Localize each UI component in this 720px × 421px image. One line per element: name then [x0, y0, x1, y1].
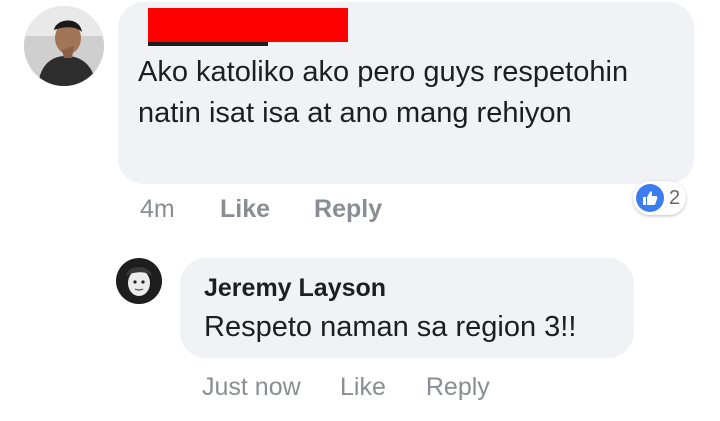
reply-timestamp[interactable]: Just now: [202, 373, 340, 402]
reply-reply-button[interactable]: Reply: [426, 373, 490, 402]
reaction-count-badge[interactable]: 2: [633, 181, 687, 215]
timestamp[interactable]: 4m: [140, 195, 220, 224]
avatar-image: [24, 6, 104, 86]
reply-author-name[interactable]: Jeremy Layson: [204, 274, 386, 303]
comment-actions: 4m Like Reply: [140, 192, 426, 226]
avatar[interactable]: [24, 6, 104, 86]
reply-button[interactable]: Reply: [314, 195, 382, 224]
reaction-count: 2: [669, 186, 681, 209]
reply-avatar-image: [116, 258, 162, 304]
comment-text: Ako katoliko ako pero guys respetohin na…: [138, 56, 629, 129]
author-name-redacted: [148, 8, 348, 42]
reply-text: Respeto naman sa region 3!!: [204, 311, 577, 343]
reply-actions: Just now Like Reply: [202, 370, 530, 404]
like-button[interactable]: Like: [220, 195, 270, 224]
like-icon: [636, 184, 664, 212]
reply-avatar[interactable]: [116, 258, 162, 304]
reply-like-button[interactable]: Like: [340, 373, 386, 402]
